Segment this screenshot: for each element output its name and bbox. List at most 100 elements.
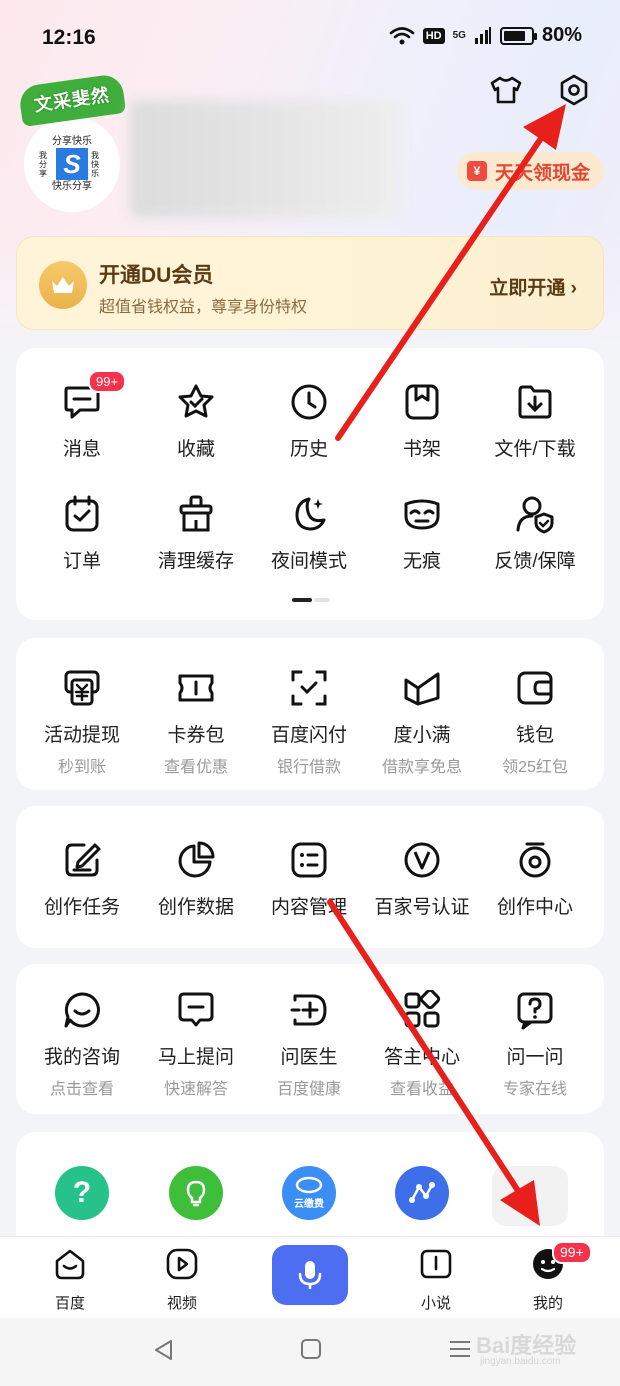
status-time: 12:16 bbox=[42, 26, 96, 49]
list-icon bbox=[287, 838, 331, 882]
username-blurred[interactable] bbox=[130, 100, 400, 218]
recents-icon[interactable] bbox=[448, 1339, 472, 1359]
avatar-image: 分享快乐 我分享 S 我快乐 快乐分享 bbox=[24, 116, 120, 212]
battery-percent: 80% bbox=[541, 24, 582, 46]
avatar-text-top: 分享快乐 bbox=[52, 136, 92, 147]
avatar-text-right: 我快乐 bbox=[91, 150, 99, 178]
shortcut-favorites[interactable]: 收藏 bbox=[140, 380, 252, 461]
health-card: 我的咨询 点击查看 马上提问 快速解答 问医生 百度健康 答主中心 查看收益 问… bbox=[16, 964, 604, 1114]
red-envelope-icon: ¥ bbox=[467, 161, 487, 181]
feedback-shield-icon bbox=[513, 492, 557, 536]
tab-home[interactable]: 百度 bbox=[30, 1247, 110, 1313]
avatar-text-left: 我分享 bbox=[39, 150, 47, 178]
health-my-consult[interactable]: 我的咨询 点击查看 bbox=[26, 988, 138, 1099]
ask-icon bbox=[174, 988, 218, 1032]
finance-flash-pay[interactable]: 百度闪付 银行借款 bbox=[253, 666, 365, 777]
pie-chart-icon bbox=[174, 838, 218, 882]
creator-verify[interactable]: 百家号认证 bbox=[366, 838, 478, 919]
creator-content[interactable]: 内容管理 bbox=[253, 838, 365, 919]
finance-withdraw[interactable]: 活动提现 秒到账 bbox=[26, 666, 138, 777]
finance-card: 活动提现 秒到账 卡券包 查看优惠 百度闪付 银行借款 度小满 借款享免息 钱包… bbox=[16, 638, 604, 790]
avatar-text-bottom: 快乐分享 bbox=[52, 181, 92, 192]
voice-search-button[interactable] bbox=[272, 1245, 348, 1305]
creator-card: 创作任务 创作数据 内容管理 百家号认证 创作中心 bbox=[16, 806, 604, 948]
graph-app-icon bbox=[395, 1166, 449, 1220]
wallet-icon bbox=[513, 666, 557, 710]
finance-label: 钱包 bbox=[515, 725, 554, 746]
shortcut-label: 夜间模式 bbox=[270, 551, 347, 572]
question-icon bbox=[513, 988, 557, 1032]
v-badge-icon bbox=[400, 838, 444, 882]
tab-me[interactable]: 99+ 我的 bbox=[508, 1241, 592, 1313]
shortcut-label: 收藏 bbox=[176, 439, 215, 460]
creator-center[interactable]: 创作中心 bbox=[479, 838, 591, 919]
shortcut-label: 反馈/保障 bbox=[494, 551, 576, 572]
health-label: 问医生 bbox=[280, 1047, 338, 1068]
tab-novel[interactable]: 小说 bbox=[396, 1247, 476, 1313]
shortcut-label: 历史 bbox=[289, 439, 328, 460]
home-square-icon[interactable] bbox=[300, 1338, 322, 1360]
status-icons: HD 5G 80% bbox=[389, 24, 582, 47]
shortcut-night-mode[interactable]: 夜间模式 bbox=[253, 492, 365, 573]
finance-sub: 银行借款 bbox=[276, 759, 341, 776]
shortcut-clear-cache[interactable]: 清理缓存 bbox=[140, 492, 252, 573]
shortcut-incognito[interactable]: 无痕 bbox=[366, 492, 478, 573]
health-ask-doctor[interactable]: 问医生 百度健康 bbox=[253, 988, 365, 1099]
app-graph[interactable] bbox=[366, 1166, 478, 1220]
finance-duxiaoman[interactable]: 度小满 借款享免息 bbox=[366, 666, 478, 777]
finance-sub: 查看优惠 bbox=[163, 759, 228, 776]
creator-label: 创作中心 bbox=[496, 897, 573, 918]
settings-icon[interactable] bbox=[554, 70, 594, 110]
message-icon: 99+ bbox=[60, 370, 127, 424]
shortcut-orders[interactable]: 订单 bbox=[26, 492, 138, 573]
app-bulb[interactable] bbox=[140, 1166, 252, 1220]
shortcut-messages[interactable]: 99+ 消息 bbox=[26, 370, 138, 461]
shortcut-label: 消息 bbox=[62, 439, 101, 460]
shortcut-bookshelf[interactable]: 书架 bbox=[366, 380, 478, 461]
qa-app-icon: ? bbox=[55, 1166, 109, 1220]
vip-banner[interactable]: 开通DU会员 超值省钱权益，尊享身份特权 立即开通 › bbox=[16, 236, 604, 330]
back-icon[interactable] bbox=[152, 1338, 176, 1362]
message-badge: 99+ bbox=[88, 370, 127, 393]
hd-badge: HD bbox=[422, 27, 445, 44]
health-label: 问一问 bbox=[506, 1047, 564, 1068]
finance-wallet[interactable]: 钱包 领25红包 bbox=[479, 666, 591, 777]
avatar-letter: S bbox=[56, 148, 88, 180]
daily-cash-button[interactable]: ¥ 天天领现金 bbox=[457, 152, 604, 190]
duxiaoman-icon bbox=[400, 666, 444, 710]
shortcut-history[interactable]: 历史 bbox=[253, 380, 365, 461]
finance-label: 卡券包 bbox=[167, 725, 225, 746]
tab-label: 小说 bbox=[420, 1295, 451, 1312]
avatar[interactable]: 分享快乐 我分享 S 我快乐 快乐分享 文采斐然 bbox=[17, 72, 127, 212]
app-cloud-pay[interactable]: 云缴费 bbox=[253, 1166, 365, 1220]
app-qa[interactable]: ? bbox=[26, 1166, 138, 1220]
bottom-tab-bar: 百度 视频 小说 99+ 我的 bbox=[0, 1236, 620, 1318]
shortcut-feedback[interactable]: 反馈/保障 bbox=[479, 492, 591, 573]
shortcut-downloads[interactable]: 文件/下载 bbox=[479, 380, 591, 461]
video-icon bbox=[166, 1248, 198, 1280]
health-sub: 专家在线 bbox=[502, 1081, 567, 1098]
finance-sub: 秒到账 bbox=[57, 759, 106, 776]
signal-icon bbox=[474, 26, 491, 44]
creator-data[interactable]: 创作数据 bbox=[140, 838, 252, 919]
shortcuts-card: 99+ 消息 收藏 历史 书架 文件/下载 订单 清理缓存 夜间模式 无痕 反馈… bbox=[16, 348, 604, 620]
skin-icon[interactable] bbox=[486, 70, 526, 110]
creator-label: 内容管理 bbox=[270, 897, 347, 918]
health-label: 马上提问 bbox=[157, 1047, 234, 1068]
finance-coupons[interactable]: 卡券包 查看优惠 bbox=[140, 666, 252, 777]
order-icon bbox=[60, 492, 104, 536]
finance-sub: 领25红包 bbox=[502, 759, 568, 776]
doctor-icon bbox=[287, 988, 331, 1032]
tab-video[interactable]: 视频 bbox=[142, 1247, 222, 1313]
health-ask-now[interactable]: 马上提问 快速解答 bbox=[140, 988, 252, 1099]
creator-center-icon bbox=[513, 838, 557, 882]
me-badge: 99+ bbox=[552, 1241, 592, 1264]
vip-open-button[interactable]: 立即开通 › bbox=[489, 273, 577, 300]
health-answerer-center[interactable]: 答主中心 查看收益 bbox=[366, 988, 478, 1099]
health-ask-expert[interactable]: 问一问 专家在线 bbox=[479, 988, 591, 1099]
creator-tasks[interactable]: 创作任务 bbox=[26, 838, 138, 919]
health-label: 我的咨询 bbox=[43, 1047, 120, 1068]
finance-label: 活动提现 bbox=[43, 725, 120, 746]
health-sub: 快速解答 bbox=[163, 1081, 228, 1098]
app-partial[interactable] bbox=[492, 1166, 568, 1226]
